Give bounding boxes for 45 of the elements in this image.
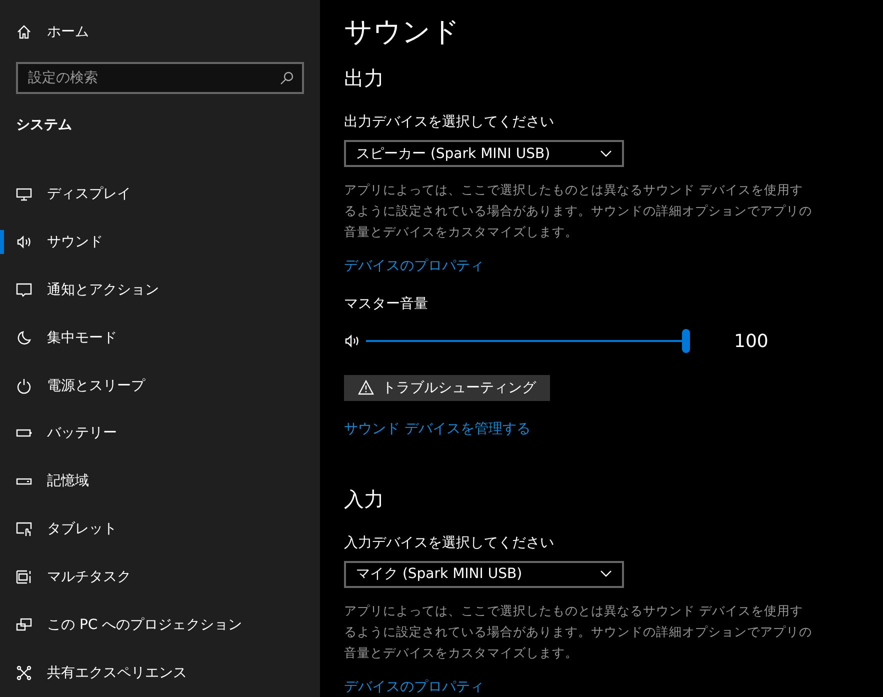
share-nodes-icon: [16, 664, 32, 681]
description-text: アプリによっては、ここで選択したものとは異なるサウンド デバイスを使用するように設定されている場合があります。サウンドの詳細オプションでアプリの音量とデバイスをカスタマイズします。: [344, 602, 813, 662]
device-dropdown[interactable]: マイク (Spark MINI USB): [344, 560, 624, 588]
warning-icon: [358, 380, 374, 396]
manage-devices-link[interactable]: サウンド デバイスを管理する: [344, 418, 530, 439]
sidebar-item[interactable]: 通知とアクション: [0, 266, 320, 314]
sidebar-item[interactable]: 記憶域: [0, 457, 320, 506]
sidebar-item[interactable]: 共有エクスペリエンス: [0, 649, 320, 697]
home-icon: [16, 24, 32, 40]
sidebar-item[interactable]: サウンド: [0, 218, 320, 266]
field-label: 入力デバイスを選択してください: [344, 534, 554, 553]
description-text: アプリによっては、ここで選択したものとは異なるサウンド デバイスを使用するように設定されている場合があります。サウンドの詳細オプションでアプリの音量とデバイスをカスタマイズします。: [344, 181, 813, 242]
sidebar-item[interactable]: 集中モード: [0, 314, 320, 362]
device-properties-link[interactable]: デバイスのプロパティ: [344, 256, 484, 276]
section-heading: 出力: [344, 65, 384, 92]
monitor-icon: [16, 186, 32, 202]
field-label: 出力デバイスを選択してください: [344, 113, 554, 132]
power-icon: [16, 378, 32, 394]
home-item[interactable]: ホーム: [0, 20, 320, 44]
projection-icon: [16, 617, 32, 634]
moon-icon: [16, 330, 32, 346]
device-dropdown[interactable]: スピーカー (Spark MINI USB): [344, 140, 624, 168]
sidebar-item[interactable]: ディスプレイ: [0, 170, 320, 218]
speech-bubble-icon: [16, 282, 32, 298]
volume-reading: 100: [734, 330, 768, 352]
search-icon: [280, 70, 294, 85]
tablet-touch-icon: [16, 521, 32, 538]
sidebar-item[interactable]: 電源とスリープ: [0, 362, 320, 410]
slider-thumb[interactable]: [682, 329, 690, 354]
speaker-icon: [344, 333, 360, 350]
speaker-icon: [16, 234, 32, 250]
sidebar-item[interactable]: マルチタスク: [0, 553, 320, 602]
device-properties-link[interactable]: デバイスのプロパティ: [344, 677, 484, 697]
chevron-down-icon: [600, 150, 612, 158]
sidebar-item[interactable]: バッテリー: [0, 409, 320, 458]
page-title: サウンド: [344, 14, 460, 50]
volume-label: マスター音量: [344, 295, 428, 314]
troubleshoot-button[interactable]: トラブルシューティング: [344, 374, 550, 401]
sidebar-item[interactable]: この PC へのプロジェクション: [0, 601, 320, 650]
section-heading: 入力: [344, 486, 384, 513]
section-title: システム: [15, 116, 73, 135]
sidebar-item[interactable]: タブレット: [0, 505, 320, 554]
search-field[interactable]: 設定の検索: [16, 62, 304, 94]
multitask-icon: [16, 569, 32, 586]
chevron-down-icon: [600, 570, 612, 578]
